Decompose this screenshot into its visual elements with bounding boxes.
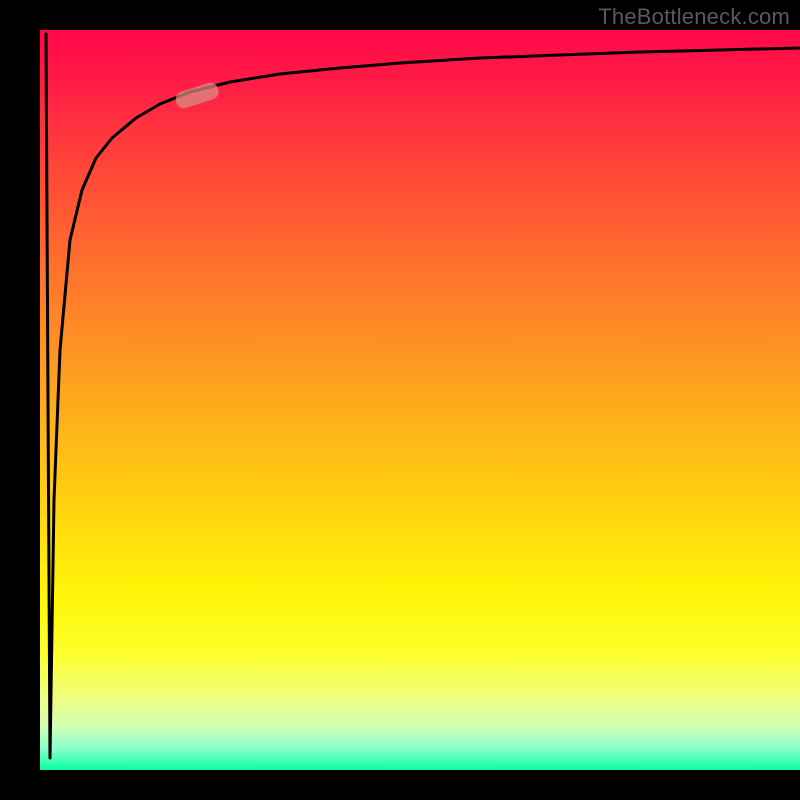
bottleneck-curve	[46, 34, 800, 758]
plot-area	[40, 30, 800, 770]
highlight-marker	[174, 81, 221, 111]
chart-frame: TheBottleneck.com	[0, 0, 800, 800]
curve-layer	[40, 30, 800, 770]
watermark-text: TheBottleneck.com	[598, 4, 790, 30]
